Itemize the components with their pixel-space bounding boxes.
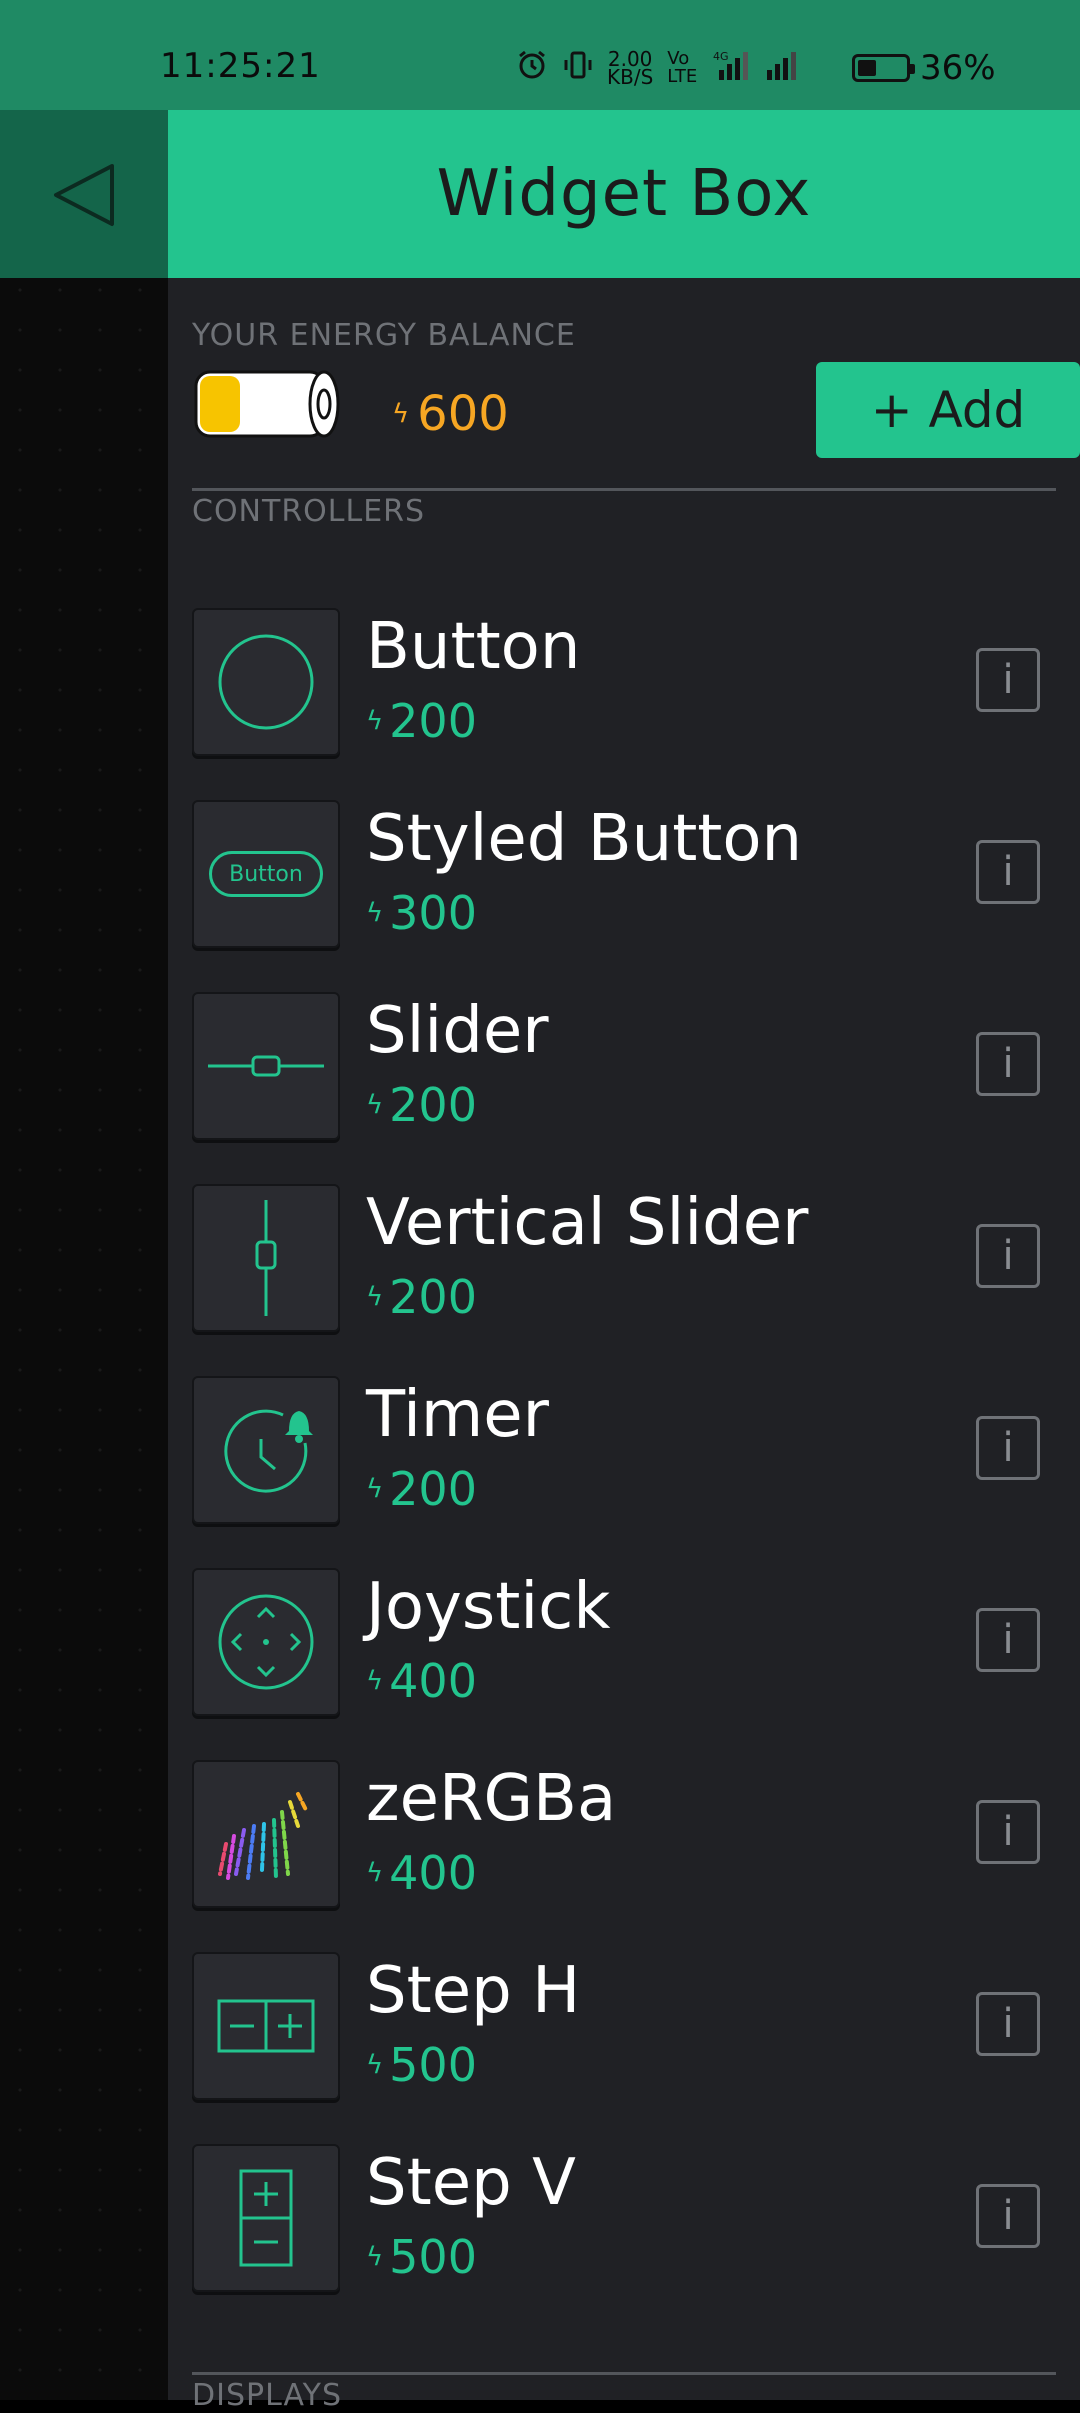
- styled-button-preview: Button: [209, 851, 323, 897]
- back-arrow-icon: [54, 164, 114, 226]
- app-header: Widget Box: [168, 110, 1080, 278]
- status-time: 11:25:21: [160, 46, 321, 86]
- bolt-icon: ϟ: [366, 898, 384, 928]
- widget-item-step-h[interactable]: Step H ϟ 500 i: [192, 1952, 1056, 2144]
- energy-balance: ϟ 600: [392, 386, 509, 442]
- bolt-icon: ϟ: [366, 2242, 384, 2272]
- widget-name: Button: [366, 610, 581, 684]
- info-button[interactable]: i: [976, 1608, 1040, 1672]
- timer-icon: [192, 1376, 340, 1524]
- zebra-icon: [192, 1760, 340, 1908]
- widget-cost: ϟ 200: [366, 1270, 477, 1324]
- bolt-icon: ϟ: [366, 1474, 384, 1504]
- widget-item-vertical-slider[interactable]: Vertical Slider ϟ 200 i: [192, 1184, 1056, 1376]
- widget-name: Joystick: [366, 1570, 611, 1644]
- energy-bolt-icon: ϟ: [392, 399, 410, 429]
- bolt-icon: ϟ: [366, 1666, 384, 1696]
- divider: [192, 2372, 1056, 2375]
- info-button[interactable]: i: [976, 1032, 1040, 1096]
- divider: [192, 488, 1056, 491]
- widget-box-panel: YOUR ENERGY BALANCE ϟ 600 + Add CONTROLL…: [168, 278, 1080, 2413]
- widget-name: Timer: [366, 1378, 549, 1452]
- widget-name: Vertical Slider: [366, 1186, 809, 1260]
- widget-item-styled-button[interactable]: Button Styled Button ϟ 300 i: [192, 800, 1056, 992]
- info-button[interactable]: i: [976, 1416, 1040, 1480]
- energy-value: 600: [417, 386, 509, 442]
- info-button[interactable]: i: [976, 648, 1040, 712]
- step-v-icon: [192, 2144, 340, 2292]
- battery-icon: [852, 54, 915, 82]
- status-icons: 2.00 KB/S Vo LTE 4G: [515, 48, 805, 88]
- info-button[interactable]: i: [976, 1992, 1040, 2056]
- widget-list: Button ϟ 200 i Button Styled Button ϟ 300 …: [192, 608, 1056, 2336]
- widget-name: Step H: [366, 1954, 581, 2028]
- signal-4g-icon: 4G: [711, 48, 751, 88]
- energy-battery-icon: [194, 370, 340, 438]
- widget-item-zergba[interactable]: zeRGBa ϟ 400 i: [192, 1760, 1056, 1952]
- widget-cost: ϟ 200: [366, 1078, 477, 1132]
- vibrate-icon: [563, 48, 593, 88]
- net-speed: 2.00 KB/S: [607, 47, 654, 89]
- step-h-icon: [192, 1952, 340, 2100]
- widget-item-joystick[interactable]: Joystick ϟ 400 i: [192, 1568, 1056, 1760]
- signal-icon: [765, 48, 805, 88]
- svg-text:4G: 4G: [713, 50, 729, 63]
- background-strip: [0, 110, 168, 2400]
- widget-item-step-v[interactable]: Step V ϟ 500 i: [192, 2144, 1056, 2336]
- widget-cost: ϟ 400: [366, 1846, 477, 1900]
- bolt-icon: ϟ: [366, 1282, 384, 1312]
- widget-cost: ϟ 200: [366, 1462, 477, 1516]
- widget-cost: ϟ 500: [366, 2230, 477, 2284]
- battery-status: 36%: [852, 48, 996, 88]
- widget-cost: ϟ 500: [366, 2038, 477, 2092]
- widget-cost: ϟ 400: [366, 1654, 477, 1708]
- back-button[interactable]: [0, 110, 168, 278]
- vertical-slider-icon: [192, 1184, 340, 1332]
- info-button[interactable]: i: [976, 1224, 1040, 1288]
- energy-row: ϟ 600 + Add: [192, 362, 1080, 464]
- widget-name: Step V: [366, 2146, 576, 2220]
- alarm-icon: [515, 48, 549, 88]
- widget-item-timer[interactable]: Timer ϟ 200 i: [192, 1376, 1056, 1568]
- widget-item-button[interactable]: Button ϟ 200 i: [192, 608, 1056, 800]
- energy-balance-label: YOUR ENERGY BALANCE: [192, 318, 576, 353]
- section-controllers: CONTROLLERS: [192, 494, 426, 529]
- status-bar: 11:25:21 2.00 KB/S Vo LTE 4G 36%: [0, 0, 1080, 110]
- widget-name: Slider: [366, 994, 549, 1068]
- add-energy-button[interactable]: + Add: [816, 362, 1080, 458]
- bolt-icon: ϟ: [366, 1090, 384, 1120]
- page-title: Widget Box: [436, 157, 812, 231]
- info-button[interactable]: i: [976, 840, 1040, 904]
- widget-cost: ϟ 200: [366, 694, 477, 748]
- bolt-icon: ϟ: [366, 1858, 384, 1888]
- widget-name: Styled Button: [366, 802, 803, 876]
- volte-label: Vo LTE: [667, 48, 698, 87]
- widget-item-slider[interactable]: Slider ϟ 200 i: [192, 992, 1056, 1184]
- info-button[interactable]: i: [976, 1800, 1040, 1864]
- slider-icon: [192, 992, 340, 1140]
- widget-name: zeRGBa: [366, 1762, 617, 1836]
- joystick-icon: [192, 1568, 340, 1716]
- styled-button-icon: Button: [192, 800, 340, 948]
- info-button[interactable]: i: [976, 2184, 1040, 2248]
- battery-percent: 36%: [920, 48, 996, 88]
- bolt-icon: ϟ: [366, 2050, 384, 2080]
- section-displays: DISPLAYS: [192, 2378, 343, 2413]
- widget-cost: ϟ 300: [366, 886, 477, 940]
- circle-button-icon: [192, 608, 340, 756]
- bolt-icon: ϟ: [366, 706, 384, 736]
